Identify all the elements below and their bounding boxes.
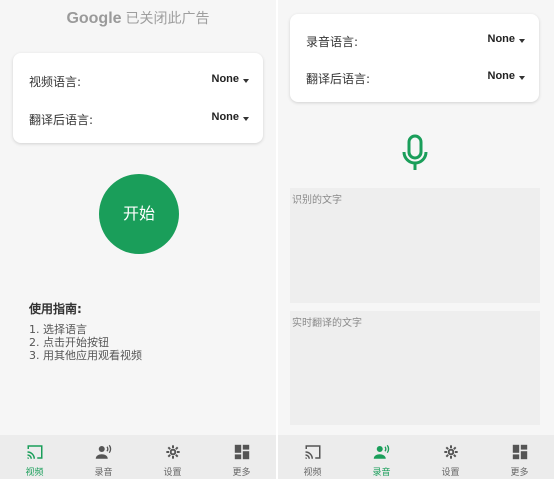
- video-language-label: 视频语言:: [29, 75, 82, 89]
- tab-settings[interactable]: 设置: [416, 435, 485, 479]
- record-language-select[interactable]: None: [488, 33, 516, 45]
- tab-video-label: 视频: [303, 468, 322, 478]
- record-language-label: 录音语言:: [306, 35, 359, 49]
- dropdown-arrow-icon: [243, 117, 249, 121]
- tab-more[interactable]: 更多: [207, 435, 276, 479]
- guide-title: 使用指南:: [29, 302, 82, 316]
- tab-record[interactable]: 录音: [69, 435, 138, 479]
- target-language-label: 翻译后语言:: [306, 72, 371, 86]
- tab-record-label: 录音: [372, 468, 391, 478]
- target-language-row[interactable]: 翻译后语言: None: [290, 68, 539, 88]
- guide-steps: 1. 选择语言 2. 点击开始按钮 3. 用其他应用观看视频: [29, 323, 142, 362]
- tab-more[interactable]: 更多: [485, 435, 554, 479]
- target-language-select[interactable]: None: [212, 111, 240, 123]
- dropdown-arrow-icon: [243, 79, 249, 83]
- cast-icon: [305, 445, 321, 459]
- target-language-row[interactable]: 翻译后语言: None: [13, 109, 263, 129]
- record-language-row[interactable]: 录音语言: None: [290, 31, 539, 51]
- gear-icon: [166, 445, 180, 459]
- record-voice-icon: [373, 444, 390, 459]
- tab-settings[interactable]: 设置: [138, 435, 207, 479]
- target-language-select[interactable]: None: [488, 70, 516, 82]
- record-voice-icon: [95, 444, 112, 459]
- tab-more-label: 更多: [232, 468, 251, 478]
- tab-video-label: 视频: [25, 468, 44, 478]
- tab-more-label: 更多: [510, 468, 529, 478]
- recognized-text-area[interactable]: 识别的文字: [290, 188, 540, 303]
- video-language-select[interactable]: None: [212, 73, 240, 85]
- guide-step: 3. 用其他应用观看视频: [29, 349, 142, 362]
- guide-step: 1. 选择语言: [29, 323, 87, 336]
- tab-video[interactable]: 视频: [0, 435, 69, 479]
- tab-record[interactable]: 录音: [347, 435, 416, 479]
- dashboard-icon: [234, 444, 250, 460]
- guide-step: 2. 点击开始按钮: [29, 336, 109, 349]
- tab-video[interactable]: 视频: [278, 435, 347, 479]
- target-language-label: 翻译后语言:: [29, 113, 94, 127]
- bottom-navigation: 视频 录音 设置 更多: [278, 435, 554, 479]
- translated-text-area[interactable]: 实时翻译的文字: [290, 311, 540, 425]
- video-screen: Google 已关闭此广告 视频语言: None 翻译后语言: None 开始 使…: [0, 0, 276, 479]
- bottom-navigation: 视频 录音 设置 更多: [0, 435, 276, 479]
- ad-banner: Google 已关闭此广告: [0, 8, 276, 28]
- language-settings-card: 视频语言: None 翻译后语言: None: [13, 53, 263, 143]
- language-settings-card: 录音语言: None 翻译后语言: None: [290, 14, 539, 102]
- ad-brand: Google: [66, 10, 122, 27]
- cast-icon: [27, 445, 43, 459]
- video-language-row[interactable]: 视频语言: None: [13, 71, 263, 91]
- record-screen: 录音语言: None 翻译后语言: None 识别的文字 实时翻译的文字 视频 …: [278, 0, 554, 479]
- tab-record-label: 录音: [94, 468, 113, 478]
- ad-closed-text: 已关闭此广告: [125, 11, 210, 27]
- dropdown-arrow-icon: [519, 76, 525, 80]
- dropdown-arrow-icon: [519, 39, 525, 43]
- microphone-icon[interactable]: [399, 134, 431, 174]
- start-button[interactable]: 开始: [99, 174, 179, 254]
- tab-settings-label: 设置: [441, 468, 460, 478]
- dashboard-icon: [512, 444, 528, 460]
- tab-settings-label: 设置: [163, 468, 182, 478]
- gear-icon: [444, 445, 458, 459]
